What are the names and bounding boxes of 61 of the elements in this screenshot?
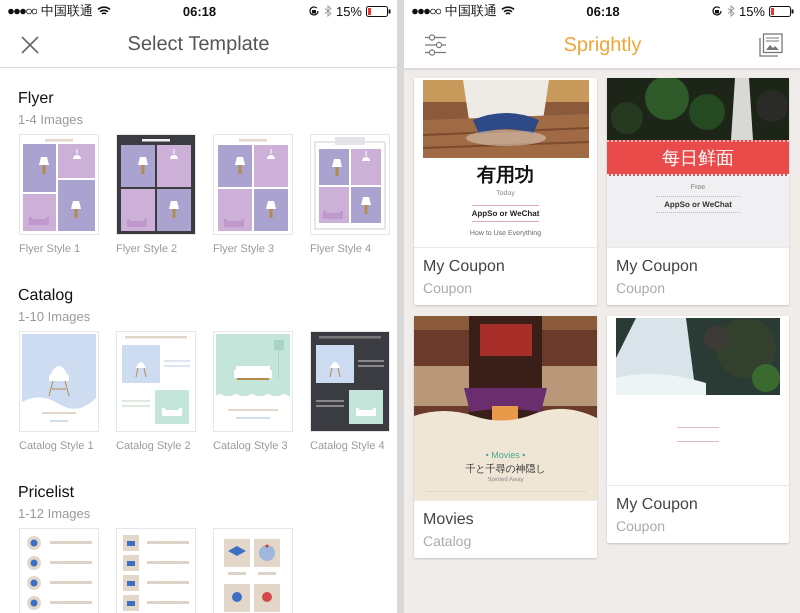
template-headline: 有用功 — [477, 164, 534, 188]
template-thumbnail[interactable] — [116, 134, 196, 235]
rotation-lock-icon — [308, 5, 320, 17]
section-subtitle: 1-10 Images — [18, 309, 92, 324]
template-thumbnail[interactable] — [19, 134, 99, 235]
card-category: Catalog — [423, 533, 472, 549]
section-title: Catalog — [18, 287, 74, 305]
app-title: Sprightly — [564, 34, 642, 56]
status-time: 06:18 — [182, 4, 216, 18]
signal-icon — [8, 8, 37, 14]
section-title: Flyer — [18, 90, 55, 108]
battery-icon — [366, 6, 391, 16]
template-label: Flyer Style 1 — [19, 243, 82, 255]
battery-percent: 15% — [336, 4, 362, 18]
template-title: 千と千尋の神隠し — [466, 462, 546, 476]
template-label: Catalog Style 4 — [310, 440, 386, 452]
section-title: Pricelist — [18, 484, 76, 502]
template-label: Flyer Style 2 — [116, 243, 178, 255]
card-title: Movies — [423, 511, 475, 529]
screen-title: Select Template — [128, 33, 270, 56]
carrier-name: 中国联通 — [41, 2, 93, 20]
template-contact: AppSo or WeChat — [472, 205, 540, 222]
card-title: My Coupon — [616, 496, 699, 514]
template-thumbnail[interactable] — [116, 528, 196, 613]
settings-sliders-icon[interactable] — [425, 34, 446, 56]
card-title: My Coupon — [423, 258, 506, 276]
battery-icon — [769, 6, 794, 16]
card-category: Coupon — [616, 518, 666, 534]
card-category: Coupon — [616, 280, 666, 296]
template-thumbnail[interactable] — [310, 134, 390, 235]
template-contact: AppSo or WeChat — [656, 196, 740, 213]
bluetooth-icon — [726, 5, 735, 17]
template-label: Flyer Style 4 — [310, 243, 372, 255]
template-thumbnail[interactable] — [213, 134, 293, 235]
close-icon[interactable] — [20, 34, 40, 54]
template-thumbnail[interactable] — [116, 331, 196, 432]
template-heading: • Movies • — [486, 450, 526, 460]
template-thumbnail[interactable] — [213, 331, 293, 432]
template-card[interactable]: My Coupon Coupon — [607, 316, 789, 543]
battery-percent: 15% — [738, 4, 765, 18]
template-thumbnail[interactable] — [19, 528, 99, 613]
carrier-name: 中国联通 — [445, 2, 497, 20]
template-label: Catalog Style 2 — [116, 440, 192, 452]
status-time: 06:18 — [586, 4, 620, 18]
template-thumbnail[interactable] — [19, 331, 99, 432]
signal-icon — [412, 8, 441, 14]
gallery-icon[interactable] — [759, 33, 783, 57]
template-thumbnail[interactable] — [213, 528, 293, 613]
section-subtitle: 1-12 Images — [18, 506, 92, 521]
card-category: Coupon — [423, 280, 474, 296]
template-thumbnail[interactable] — [310, 331, 390, 432]
rotation-lock-icon — [710, 5, 723, 17]
template-banner: 每日鲜面 — [607, 140, 789, 176]
card-title: My Coupon — [616, 258, 699, 276]
wifi-icon — [501, 6, 515, 16]
bluetooth-icon — [324, 5, 332, 17]
wifi-icon — [97, 6, 111, 16]
template-label: Catalog Style 3 — [213, 440, 289, 452]
template-label: Flyer Style 3 — [213, 243, 276, 255]
template-label: Catalog Style 1 — [19, 440, 95, 452]
section-subtitle: 1-4 Images — [18, 112, 84, 127]
